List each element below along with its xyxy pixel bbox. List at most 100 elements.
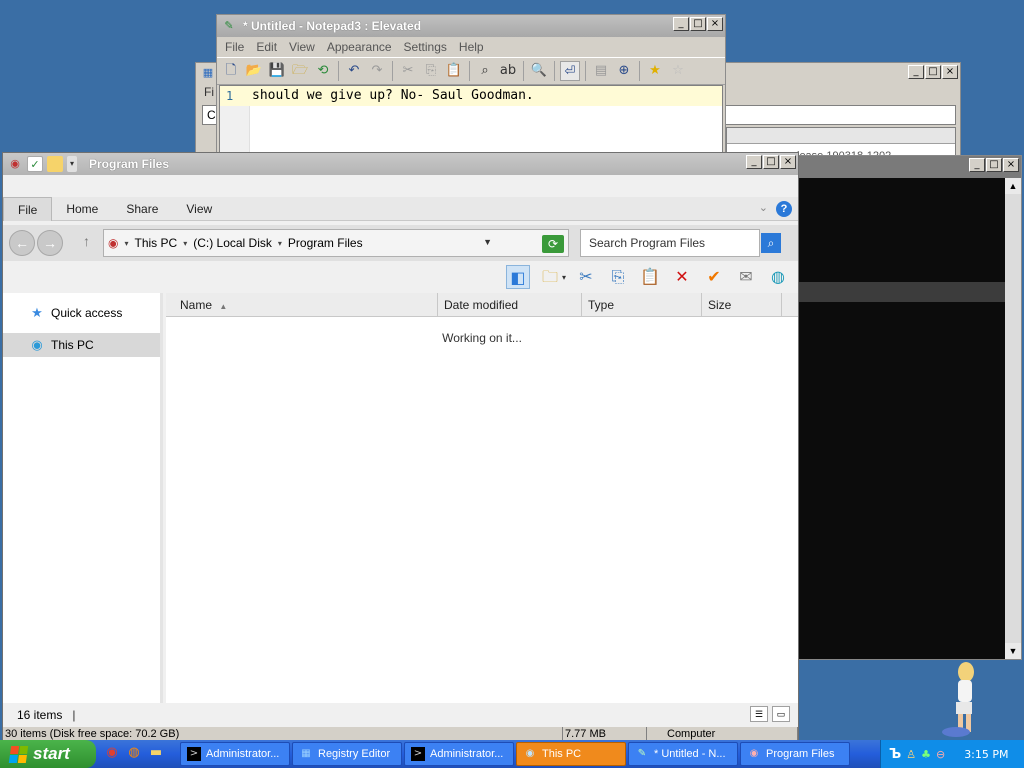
breadcrumb-this-pc[interactable]: This PC bbox=[135, 236, 178, 250]
regedit-column-header[interactable] bbox=[727, 128, 955, 144]
minimize-button[interactable]: _ bbox=[673, 17, 689, 31]
menu-help[interactable]: Help bbox=[459, 40, 484, 54]
explorer-window[interactable]: ◉ ✓ ▾ Program Files _ □ × File Home Shar… bbox=[2, 152, 799, 742]
word-wrap-icon[interactable]: ⏎ bbox=[560, 61, 580, 81]
zoom-icon[interactable]: 🔍 bbox=[529, 61, 549, 81]
menu-edit[interactable]: Edit bbox=[256, 40, 277, 54]
email-icon[interactable]: ✉ bbox=[734, 265, 758, 289]
maximize-button[interactable]: □ bbox=[986, 158, 1002, 172]
scroll-down-arrow-icon[interactable]: ▼ bbox=[1005, 643, 1021, 659]
menu-file[interactable]: File bbox=[225, 40, 244, 54]
clock[interactable]: 3:15 PM bbox=[964, 748, 1008, 761]
paste-icon[interactable]: 📋 bbox=[638, 265, 662, 289]
maximize-button[interactable]: □ bbox=[690, 17, 706, 31]
new-file-icon[interactable]: 🗋 bbox=[221, 61, 241, 81]
regedit-menu-file[interactable]: Fi bbox=[204, 85, 214, 99]
column-size[interactable]: Size bbox=[702, 293, 782, 316]
zoom-in-icon[interactable]: ⊕ bbox=[614, 61, 634, 81]
start-button[interactable]: start bbox=[0, 740, 96, 768]
add-favorite-icon[interactable]: ☆ bbox=[668, 61, 688, 81]
tab-file[interactable]: File bbox=[3, 196, 53, 221]
tray-tree-icon[interactable]: ♣ bbox=[921, 748, 931, 761]
save-icon[interactable]: 💾 bbox=[267, 61, 287, 81]
menu-settings[interactable]: Settings bbox=[404, 40, 447, 54]
open-folder-icon[interactable]: 📂 bbox=[244, 61, 264, 81]
cut-icon[interactable]: ✂ bbox=[398, 61, 418, 81]
chevron-right-icon[interactable]: ▾ bbox=[183, 239, 187, 248]
copy-icon[interactable]: ⎘ bbox=[606, 265, 630, 289]
cut-icon[interactable]: ✂ bbox=[574, 265, 598, 289]
chevron-right-icon[interactable]: ▾ bbox=[278, 239, 282, 248]
address-history-dropdown-icon[interactable]: ▼ bbox=[483, 237, 492, 247]
console-window[interactable]: _ □ × ▲ ▼ bbox=[798, 155, 1022, 660]
large-icons-view-icon[interactable]: ▭ bbox=[772, 706, 790, 722]
minimize-button[interactable]: _ bbox=[969, 158, 985, 172]
current-line[interactable]: 1 should we give up? No- Saul Goodman. bbox=[220, 86, 722, 106]
chevron-down-icon[interactable]: ▾ bbox=[562, 273, 566, 282]
close-button[interactable]: × bbox=[1003, 158, 1019, 172]
back-button[interactable]: ← bbox=[9, 230, 35, 256]
delete-icon[interactable]: ✕ bbox=[670, 265, 694, 289]
task-program-files[interactable]: ◉ Program Files bbox=[740, 742, 850, 766]
task-administrator-cmd-2[interactable]: > Administrator... bbox=[404, 742, 514, 766]
minimize-button[interactable]: _ bbox=[908, 65, 924, 79]
address-bar[interactable]: ◉ ▾ This PC ▾ (C:) Local Disk ▾ Program … bbox=[103, 229, 569, 257]
properties-icon[interactable]: ✓ bbox=[27, 156, 43, 172]
find-icon[interactable]: ⌕ bbox=[475, 61, 495, 81]
close-button[interactable]: × bbox=[780, 155, 796, 169]
chevron-right-icon[interactable]: ▾ bbox=[124, 239, 128, 248]
search-input[interactable]: Search Program Files bbox=[580, 229, 760, 257]
minimize-button[interactable]: _ bbox=[746, 155, 762, 169]
up-arrow-icon[interactable]: ↑ bbox=[83, 233, 90, 249]
tray-volume-icon[interactable]: ⊖ bbox=[936, 748, 945, 761]
breadcrumb-local-disk[interactable]: (C:) Local Disk bbox=[193, 236, 272, 250]
firefox-icon[interactable]: ◍ bbox=[126, 745, 142, 761]
task-this-pc[interactable]: ◉ This PC bbox=[516, 742, 626, 766]
maximize-button[interactable]: □ bbox=[763, 155, 779, 169]
tab-view[interactable]: View bbox=[172, 197, 226, 221]
explorer-titlebar[interactable]: ◉ ✓ ▾ Program Files _ □ × bbox=[3, 153, 798, 175]
close-button[interactable]: × bbox=[707, 17, 723, 31]
nav-quick-access[interactable]: ★ Quick access bbox=[3, 301, 160, 325]
nav-this-pc[interactable]: ◉ This PC bbox=[3, 333, 160, 357]
folder-options-icon[interactable]: 🗀 bbox=[538, 265, 562, 289]
console-scrollbar[interactable]: ▲ ▼ bbox=[1005, 178, 1021, 659]
refresh-icon[interactable]: ⟳ bbox=[542, 235, 564, 253]
network-globe-icon[interactable]: ◍ bbox=[766, 265, 790, 289]
forward-button[interactable]: → bbox=[37, 230, 63, 256]
favorites-icon[interactable]: ★ bbox=[645, 61, 665, 81]
close-button[interactable]: × bbox=[942, 65, 958, 79]
expand-ribbon-icon[interactable]: ⌄ bbox=[759, 201, 768, 214]
schemes-icon[interactable]: ▤ bbox=[591, 61, 611, 81]
file-list[interactable]: Name ▲ Date modified Type Size Working o… bbox=[166, 293, 798, 703]
qat-dropdown-icon[interactable]: ▾ bbox=[67, 156, 77, 172]
scroll-up-arrow-icon[interactable]: ▲ bbox=[1005, 178, 1021, 194]
maximize-button[interactable]: □ bbox=[925, 65, 941, 79]
copy-icon[interactable]: ⎘ bbox=[421, 61, 441, 81]
undo-icon[interactable]: ↶ bbox=[344, 61, 364, 81]
chrome-icon[interactable]: ◉ bbox=[104, 745, 120, 761]
column-date-modified[interactable]: Date modified bbox=[438, 293, 582, 316]
console-titlebar[interactable]: _ □ × bbox=[799, 156, 1021, 178]
task-administrator-cmd-1[interactable]: > Administrator... bbox=[180, 742, 290, 766]
search-icon[interactable]: ⌕ bbox=[761, 233, 781, 253]
details-view-icon[interactable]: ☰ bbox=[750, 706, 768, 722]
notepad3-titlebar[interactable]: ✎ * Untitled - Notepad3 : Elevated _ □ × bbox=[217, 15, 725, 37]
column-name[interactable]: Name ▲ bbox=[166, 293, 438, 316]
help-icon[interactable]: ? bbox=[776, 201, 792, 217]
redo-icon[interactable]: ↷ bbox=[367, 61, 387, 81]
tray-app-icon[interactable]: Ъ bbox=[889, 747, 901, 762]
breadcrumb-program-files[interactable]: Program Files bbox=[288, 236, 363, 250]
line-text[interactable]: should we give up? No- Saul Goodman. bbox=[252, 86, 534, 106]
menu-appearance[interactable]: Appearance bbox=[327, 40, 392, 54]
new-folder-icon[interactable] bbox=[47, 156, 63, 172]
task-notepad3[interactable]: ✎ * Untitled - N... bbox=[628, 742, 738, 766]
tray-figure-icon[interactable]: ♙ bbox=[906, 748, 916, 761]
rename-check-icon[interactable]: ✔ bbox=[702, 265, 726, 289]
replace-icon[interactable]: ab bbox=[498, 61, 518, 81]
recent-icon[interactable]: ⟲ bbox=[313, 61, 333, 81]
tab-share[interactable]: Share bbox=[112, 197, 172, 221]
browse-icon[interactable]: 🗁 bbox=[290, 61, 310, 81]
tab-home[interactable]: Home bbox=[52, 197, 112, 221]
folder-icon[interactable]: ▬ bbox=[148, 745, 164, 761]
